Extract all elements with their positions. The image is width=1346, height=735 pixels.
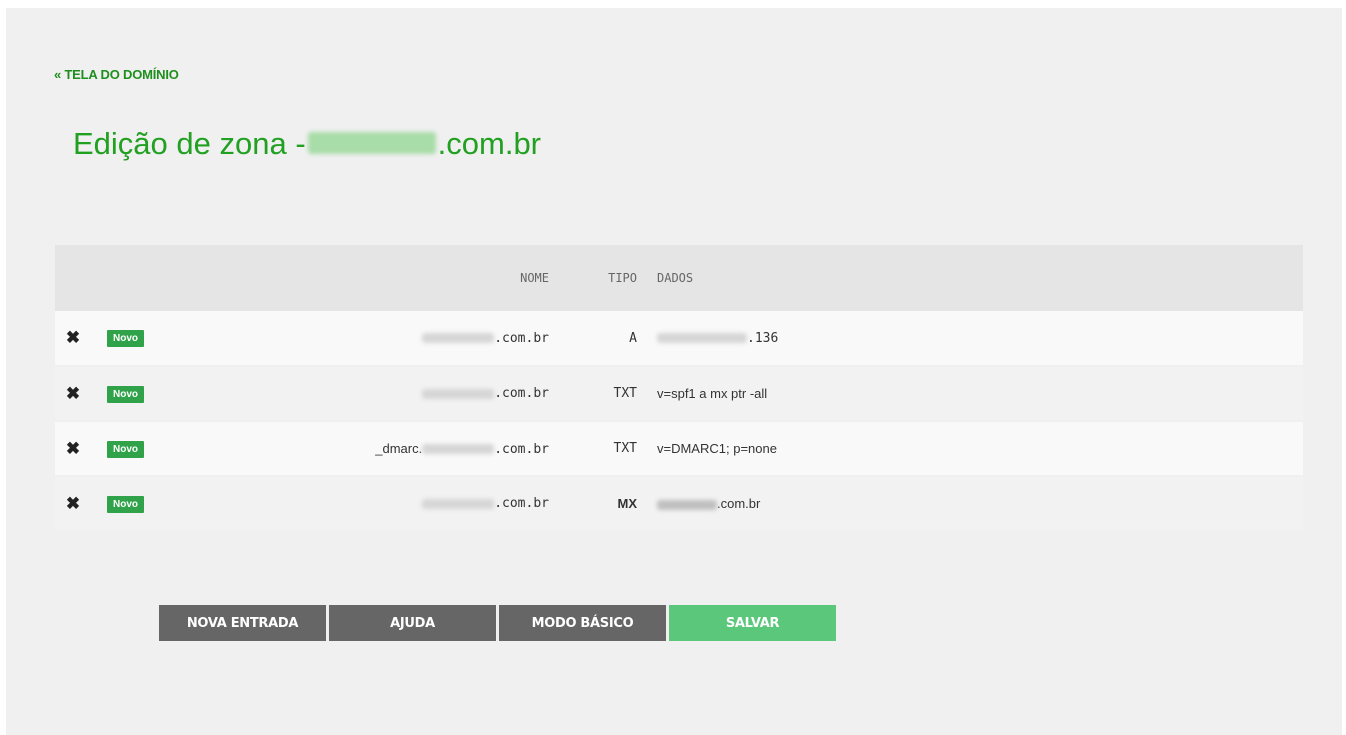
record-type: MX bbox=[617, 496, 638, 511]
new-badge: Novo bbox=[107, 495, 144, 513]
delete-icon[interactable]: ✖ bbox=[66, 328, 80, 347]
delete-icon[interactable]: ✖ bbox=[66, 439, 80, 458]
redacted-name bbox=[422, 333, 495, 343]
redacted-ip bbox=[657, 333, 747, 343]
record-type: TXT bbox=[613, 441, 637, 456]
record-data: v=DMARC1; p=none bbox=[657, 441, 777, 456]
help-button[interactable]: AJUDA bbox=[329, 605, 496, 641]
save-button[interactable]: SALVAR bbox=[669, 605, 836, 641]
record-data: .com.br bbox=[657, 476, 1303, 531]
table-row: ✖ Novo .com.br TXT v=spf1 a mx ptr -all bbox=[55, 366, 1303, 421]
record-name: _dmarc. .com.br bbox=[375, 440, 549, 457]
back-to-domain-link[interactable]: « TELA DO DOMÍNIO bbox=[54, 67, 179, 82]
redacted-name bbox=[422, 388, 495, 399]
new-badge: Novo bbox=[107, 385, 144, 403]
record-type: A bbox=[629, 330, 637, 346]
page-title: Edição de zona - .com.br bbox=[73, 126, 541, 162]
zone-records-table: NOME TIPO DADOS ✖ Novo .com.br A .136 ✖ … bbox=[55, 245, 1303, 532]
redacted-name bbox=[422, 498, 495, 509]
record-name: .com.br bbox=[181, 311, 577, 366]
table-row: ✖ Novo _dmarc. .com.br TXT v=DMARC1; p=no… bbox=[55, 421, 1303, 476]
table-row: ✖ Novo .com.br A .136 bbox=[55, 311, 1303, 366]
main-panel: « TELA DO DOMÍNIO Edição de zona - .com.… bbox=[6, 8, 1342, 735]
header-dados: DADOS bbox=[657, 271, 694, 285]
basic-mode-button[interactable]: MODO BÁSICO bbox=[499, 605, 666, 641]
record-type: TXT bbox=[613, 386, 637, 401]
redacted-mx-host bbox=[657, 499, 717, 510]
table-header-row: NOME TIPO DADOS bbox=[55, 245, 1303, 311]
action-buttons: NOVA ENTRADA AJUDA MODO BÁSICO SALVAR bbox=[159, 605, 836, 641]
page-title-prefix: Edição de zona - bbox=[73, 126, 306, 161]
table-row: ✖ Novo .com.br MX .com.br bbox=[55, 476, 1303, 531]
record-name: .com.br bbox=[181, 476, 577, 531]
redacted-domain bbox=[307, 132, 436, 154]
record-data: .136 bbox=[657, 311, 1303, 366]
redacted-name bbox=[422, 444, 495, 454]
new-badge: Novo bbox=[107, 440, 144, 458]
header-nome: NOME bbox=[520, 271, 549, 285]
page-title-suffix: .com.br bbox=[437, 126, 542, 161]
record-data: v=spf1 a mx ptr -all bbox=[657, 386, 768, 401]
delete-icon[interactable]: ✖ bbox=[66, 494, 80, 513]
new-badge: Novo bbox=[107, 330, 144, 347]
record-name: .com.br bbox=[181, 366, 577, 421]
new-entry-button[interactable]: NOVA ENTRADA bbox=[159, 605, 326, 641]
header-tipo: TIPO bbox=[608, 271, 637, 285]
delete-icon[interactable]: ✖ bbox=[66, 384, 80, 403]
